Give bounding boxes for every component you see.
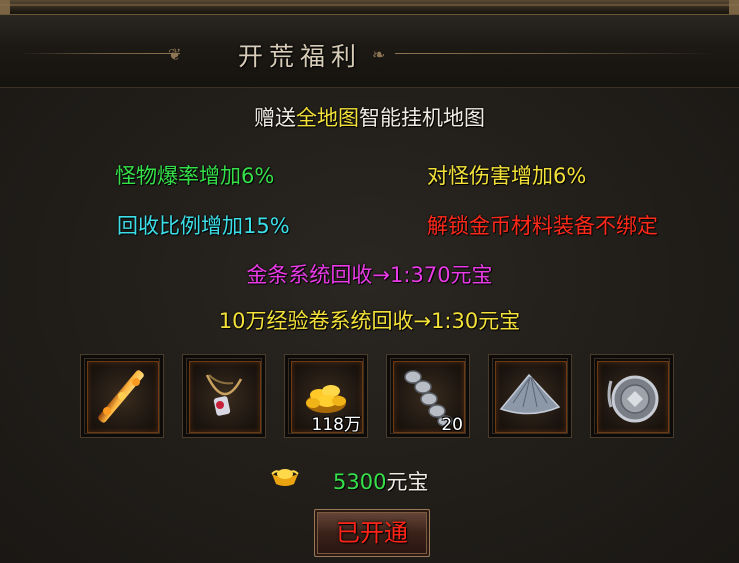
item-quantity: 20: [441, 415, 463, 435]
item-slot[interactable]: [182, 354, 266, 438]
bonus-drop-rate: 怪物爆率增加6%: [115, 164, 275, 188]
item-slot[interactable]: [80, 354, 164, 438]
gem-necklace-icon: [205, 374, 243, 416]
bonus-unbind: 解锁金币材料装备不绑定: [427, 214, 658, 238]
intro-prefix: 赠送: [254, 106, 296, 130]
scroll-ornament-icon: ❦: [168, 45, 182, 64]
frame-corner: [0, 0, 10, 14]
item-slot[interactable]: [590, 354, 674, 438]
intro-highlight: 全地图: [296, 106, 359, 130]
intro-suffix: 智能挂机地图: [359, 106, 485, 130]
scroll-ornament-icon: ❧: [372, 45, 386, 64]
price-label: 5300元宝: [333, 466, 428, 496]
panel-header: ❦ 开荒福利 ❧: [0, 15, 739, 88]
straw-hat-icon: [499, 373, 561, 415]
item-slot[interactable]: [488, 354, 572, 438]
frame-corner: [729, 0, 739, 14]
header-divider: [20, 53, 180, 54]
panel-title: 开荒福利: [237, 42, 362, 71]
item-slot[interactable]: 20: [386, 354, 470, 438]
golden-rod-icon: [98, 370, 144, 423]
window-top-frame: [0, 0, 739, 15]
item-slot[interactable]: 118万: [284, 354, 368, 438]
bonus-monster-damage: 对怪伤害增加6%: [427, 164, 587, 188]
price-unit: 元宝: [386, 470, 429, 494]
activated-button[interactable]: 已开通: [314, 509, 430, 557]
recycle-exp-scroll: 10万经验卷系统回收→1:30元宝: [218, 309, 521, 333]
item-quantity: 118万: [311, 415, 361, 435]
recycle-gold-bar: 金条系统回收→1:370元宝: [246, 263, 493, 287]
header-divider: [395, 53, 715, 54]
bonus-recycle-ratio: 回收比例增加15%: [117, 214, 290, 238]
price-amount: 5300: [333, 470, 387, 494]
intro-line: 赠送全地图智能挂机地图: [0, 102, 739, 132]
gold-ingot-icon: [271, 469, 299, 486]
medal-icon: [607, 375, 659, 423]
